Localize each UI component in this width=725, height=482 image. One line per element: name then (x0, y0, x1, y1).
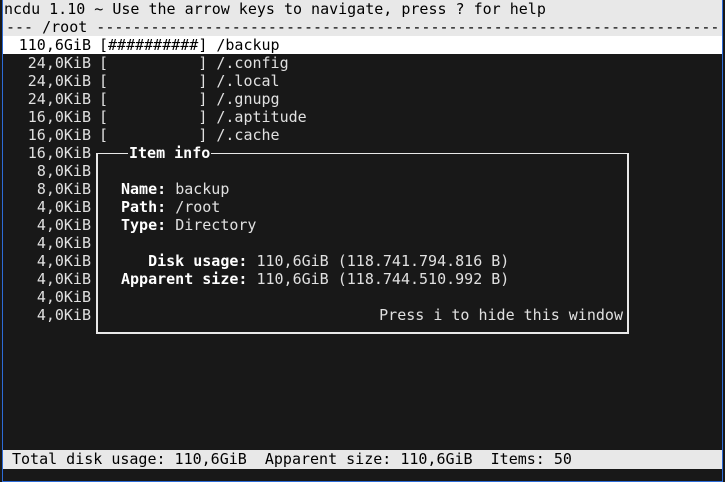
list-item[interactable]: 24,0KiB [ ] /.config (3, 54, 722, 72)
hide-window-hint: Press i to hide this window (379, 306, 623, 324)
item-size: 4,0KiB (36, 234, 91, 252)
path-value: /root (175, 198, 221, 216)
disk-usage-label: Disk usage: (148, 252, 248, 270)
item-size: 110,6GiB (18, 36, 91, 54)
item-size: 4,0KiB (36, 216, 91, 234)
item-size: 4,0KiB (36, 198, 91, 216)
path-label: Path: (121, 198, 167, 216)
item-size: 24,0KiB (27, 90, 91, 108)
item-name: /backup (216, 36, 280, 54)
type-label: Type: (121, 216, 167, 234)
path-line: Path: /root (121, 198, 220, 216)
usage-bar: [ ] (99, 90, 208, 108)
apparent-size-label: Apparent size: (121, 270, 248, 288)
usage-bar: [ ] (99, 108, 208, 126)
usage-bar: [ ] (99, 54, 208, 72)
apparent-size-value: 110,6GiB (118.744.510.992 B) (256, 270, 510, 288)
list-item[interactable]: 16,0KiB [ ] /.aptitude (3, 108, 722, 126)
item-size: 24,0KiB (27, 54, 91, 72)
item-size: 16,0KiB (27, 144, 91, 162)
item-size: 4,0KiB (36, 306, 91, 324)
item-info-dialog: Item info Name: backup Path: /root Type:… (96, 144, 629, 334)
item-name: /.config (216, 54, 289, 72)
item-size: 4,0KiB (36, 252, 91, 270)
usage-bar: [ ] (99, 72, 208, 90)
type-line: Type: Directory (121, 216, 256, 234)
item-name: /.gnupg (216, 90, 280, 108)
list-item[interactable]: 110,6GiB [##########] /backup (3, 36, 722, 54)
item-name: /.cache (216, 126, 280, 144)
item-size: 4,0KiB (36, 270, 91, 288)
status-bar: Total disk usage: 110,6GiB Apparent size… (3, 450, 722, 469)
item-size: 4,0KiB (36, 288, 91, 306)
item-name: /.local (216, 72, 280, 90)
item-size: 16,0KiB (27, 126, 91, 144)
name-line: Name: backup (121, 180, 229, 198)
path-bar: --- /root ------------------------------… (3, 18, 722, 36)
apparent-size-line: Apparent size: 110,6GiB (118.744.510.992… (121, 270, 509, 288)
dialog-title: Item info (128, 144, 212, 162)
item-size: 16,0KiB (27, 108, 91, 126)
item-size: 8,0KiB (36, 162, 91, 180)
terminal-window: ncdu 1.10 ~ Use the arrow keys to naviga… (2, 0, 723, 482)
usage-bar: [##########] (99, 36, 208, 54)
title-bar: ncdu 1.10 ~ Use the arrow keys to naviga… (3, 0, 722, 18)
disk-usage-value: 110,6GiB (118.741.794.816 B) (256, 252, 510, 270)
item-name: /.aptitude (216, 108, 307, 126)
list-item[interactable]: 24,0KiB [ ] /.local (3, 72, 722, 90)
name-label: Name: (121, 180, 167, 198)
item-size: 24,0KiB (27, 72, 91, 90)
list-item[interactable]: 16,0KiB [ ] /.cache (3, 126, 722, 144)
type-value: Directory (175, 216, 257, 234)
disk-usage-line: Disk usage: 110,6GiB (118.741.794.816 B) (121, 252, 509, 270)
name-value: backup (175, 180, 230, 198)
list-item[interactable]: 24,0KiB [ ] /.gnupg (3, 90, 722, 108)
usage-bar: [ ] (99, 126, 208, 144)
item-size: 8,0KiB (36, 180, 91, 198)
